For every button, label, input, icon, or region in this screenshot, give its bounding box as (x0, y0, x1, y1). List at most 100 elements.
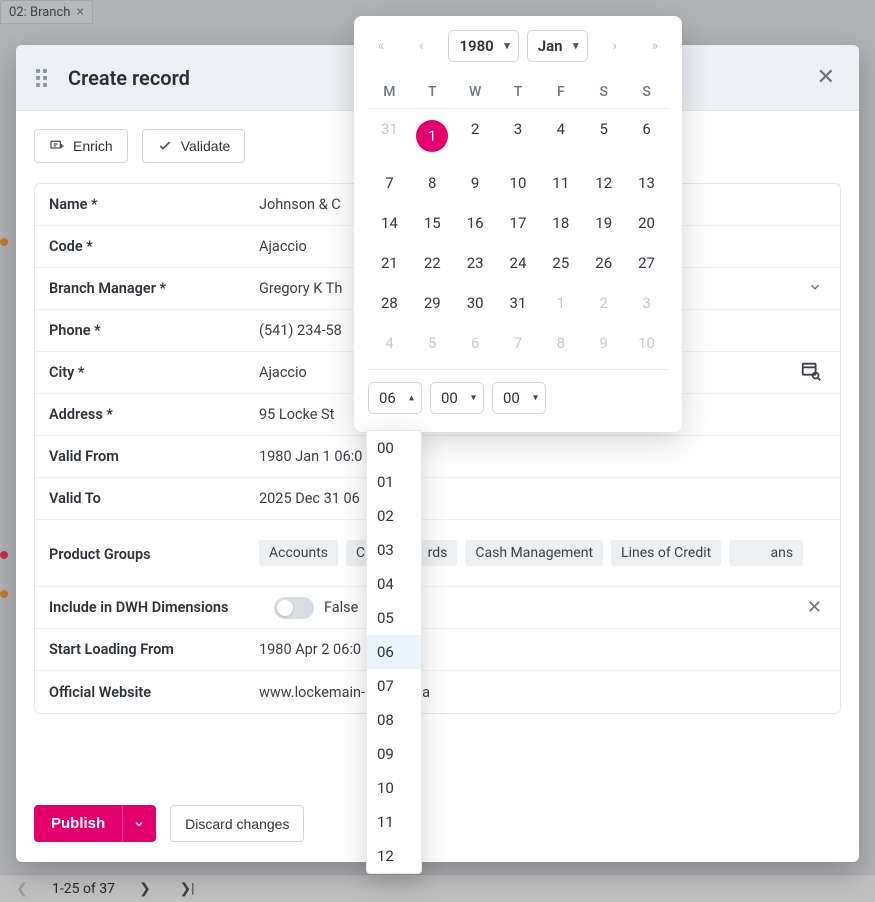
calendar-day-cell[interactable]: 14 (368, 203, 411, 243)
calendar-day-cell[interactable]: 9 (454, 163, 497, 203)
month-select[interactable]: Jan (527, 30, 588, 62)
calendar-day-cell[interactable]: 9 (582, 323, 625, 363)
calendar-day-cell[interactable]: 12 (582, 163, 625, 203)
modal-footer: Publish Discard changes (16, 791, 859, 862)
seconds-select[interactable]: 00 (492, 382, 546, 414)
calendar-day-cell[interactable]: 18 (539, 203, 582, 243)
calendar-day-cell[interactable]: 1 (539, 283, 582, 323)
field-valid-from[interactable]: Valid From 1980 Jan 1 06:0 (35, 436, 840, 478)
calendar-day-cell[interactable]: 8 (411, 163, 454, 203)
discard-button[interactable]: Discard changes (170, 805, 304, 842)
toggle-switch[interactable] (274, 597, 314, 619)
prev-month-button[interactable]: ‹ (408, 33, 434, 59)
lookup-icon[interactable] (796, 356, 826, 390)
calendar-day-cell[interactable]: 27 (625, 243, 668, 283)
date-picker: « ‹ 1980 Jan › » MTWTFSS 311234567891011… (354, 16, 682, 432)
calendar-day-cell[interactable]: 1 (411, 109, 454, 163)
hour-option[interactable]: 03 (367, 533, 421, 567)
hour-option[interactable]: 01 (367, 465, 421, 499)
calendar-day-cell[interactable]: 13 (625, 163, 668, 203)
calendar-grid: MTWTFSS 31123456789101112131415161718192… (368, 76, 668, 363)
calendar-dow-cell: M (368, 76, 411, 109)
calendar-day-cell[interactable]: 7 (368, 163, 411, 203)
field-label: City * (49, 364, 259, 381)
calendar-day-cell[interactable]: 31 (368, 109, 411, 163)
tag[interactable]: ans (729, 540, 803, 566)
calendar-week-row: 45678910 (368, 323, 668, 363)
calendar-day-cell[interactable]: 6 (454, 323, 497, 363)
drag-handle-icon[interactable] (36, 69, 54, 87)
hour-option[interactable]: 10 (367, 771, 421, 805)
calendar-day-cell[interactable]: 28 (368, 283, 411, 323)
calendar-day-cell[interactable]: 30 (454, 283, 497, 323)
close-modal-button[interactable]: ✕ (813, 61, 839, 94)
next-month-button[interactable]: › (602, 33, 628, 59)
calendar-day-cell[interactable]: 20 (625, 203, 668, 243)
calendar-day-cell[interactable]: 22 (411, 243, 454, 283)
calendar-day-cell[interactable]: 8 (539, 323, 582, 363)
hour-option[interactable]: 08 (367, 703, 421, 737)
calendar-day-cell[interactable]: 21 (368, 243, 411, 283)
calendar-day-cell[interactable]: 11 (539, 163, 582, 203)
calendar-day-cell[interactable]: 25 (539, 243, 582, 283)
hour-option[interactable]: 07 (367, 669, 421, 703)
calendar-day-cell[interactable]: 5 (582, 109, 625, 163)
field-product-groups[interactable]: Product Groups Accounts C rds Cash Manag… (35, 520, 840, 587)
publish-button[interactable]: Publish (34, 805, 122, 842)
publish-dropdown-button[interactable] (122, 805, 156, 842)
calendar-day-cell[interactable]: 23 (454, 243, 497, 283)
calendar-day-cell[interactable]: 19 (582, 203, 625, 243)
minutes-select[interactable]: 00 (430, 382, 484, 414)
tag[interactable]: Accounts (259, 540, 338, 566)
hour-option[interactable]: 06 (367, 635, 421, 669)
publish-split-button: Publish (34, 805, 156, 842)
calendar-day-cell[interactable]: 6 (625, 109, 668, 163)
hours-scroll[interactable]: 00010203040506070809101112 (367, 431, 421, 873)
field-valid-to[interactable]: Valid To 2025 Dec 31 06 (35, 478, 840, 520)
calendar-day-cell[interactable]: 31 (497, 283, 540, 323)
calendar-day-cell[interactable]: 4 (368, 323, 411, 363)
calendar-day-cell[interactable]: 15 (411, 203, 454, 243)
hour-option[interactable]: 09 (367, 737, 421, 771)
calendar-day-cell[interactable]: 4 (539, 109, 582, 163)
year-select[interactable]: 1980 (448, 30, 518, 62)
calendar-day-cell[interactable]: 3 (497, 109, 540, 163)
calendar-day-cell[interactable]: 26 (582, 243, 625, 283)
calendar-week-row: 14151617181920 (368, 203, 668, 243)
hour-option[interactable]: 11 (367, 805, 421, 839)
field-dwh-dimensions[interactable]: Include in DWH Dimensions False ✕ (35, 587, 840, 629)
calendar-day-cell[interactable]: 7 (497, 323, 540, 363)
clear-icon[interactable]: ✕ (803, 593, 826, 622)
tag[interactable]: Lines of Credit (611, 540, 721, 566)
field-label: Valid From (49, 448, 259, 465)
calendar-day-cell[interactable]: 2 (454, 109, 497, 163)
field-value: Accounts C rds Cash Management Lines of … (259, 530, 826, 576)
field-start-loading[interactable]: Start Loading From 1980 Apr 2 06:0 (35, 629, 840, 671)
calendar-day-cell[interactable]: 17 (497, 203, 540, 243)
field-label: Address * (49, 406, 259, 423)
chevron-down-icon[interactable] (804, 276, 826, 302)
hour-option[interactable]: 02 (367, 499, 421, 533)
hour-option[interactable]: 00 (367, 431, 421, 465)
hour-option[interactable]: 05 (367, 601, 421, 635)
field-value: False (274, 597, 803, 619)
field-value: 2025 Dec 31 06 (259, 490, 826, 507)
hours-select[interactable]: 06 (368, 382, 422, 414)
calendar-day-cell[interactable]: 29 (411, 283, 454, 323)
enrich-button[interactable]: Enrich (34, 129, 128, 163)
calendar-day-cell[interactable]: 16 (454, 203, 497, 243)
hour-option[interactable]: 12 (367, 839, 421, 873)
tag[interactable]: Cash Management (465, 540, 603, 566)
calendar-day-cell[interactable]: 24 (497, 243, 540, 283)
calendar-day-cell[interactable]: 10 (625, 323, 668, 363)
enrich-icon (49, 138, 65, 154)
field-website[interactable]: Official Website www.lockemain- e.ca (35, 671, 840, 713)
hour-option[interactable]: 04 (367, 567, 421, 601)
calendar-day-cell[interactable]: 5 (411, 323, 454, 363)
calendar-day-cell[interactable]: 10 (497, 163, 540, 203)
calendar-day-cell[interactable]: 3 (625, 283, 668, 323)
validate-button[interactable]: Validate (142, 129, 246, 163)
calendar-day-cell[interactable]: 2 (582, 283, 625, 323)
prev-year-button[interactable]: « (368, 33, 394, 59)
next-year-button[interactable]: » (642, 33, 668, 59)
